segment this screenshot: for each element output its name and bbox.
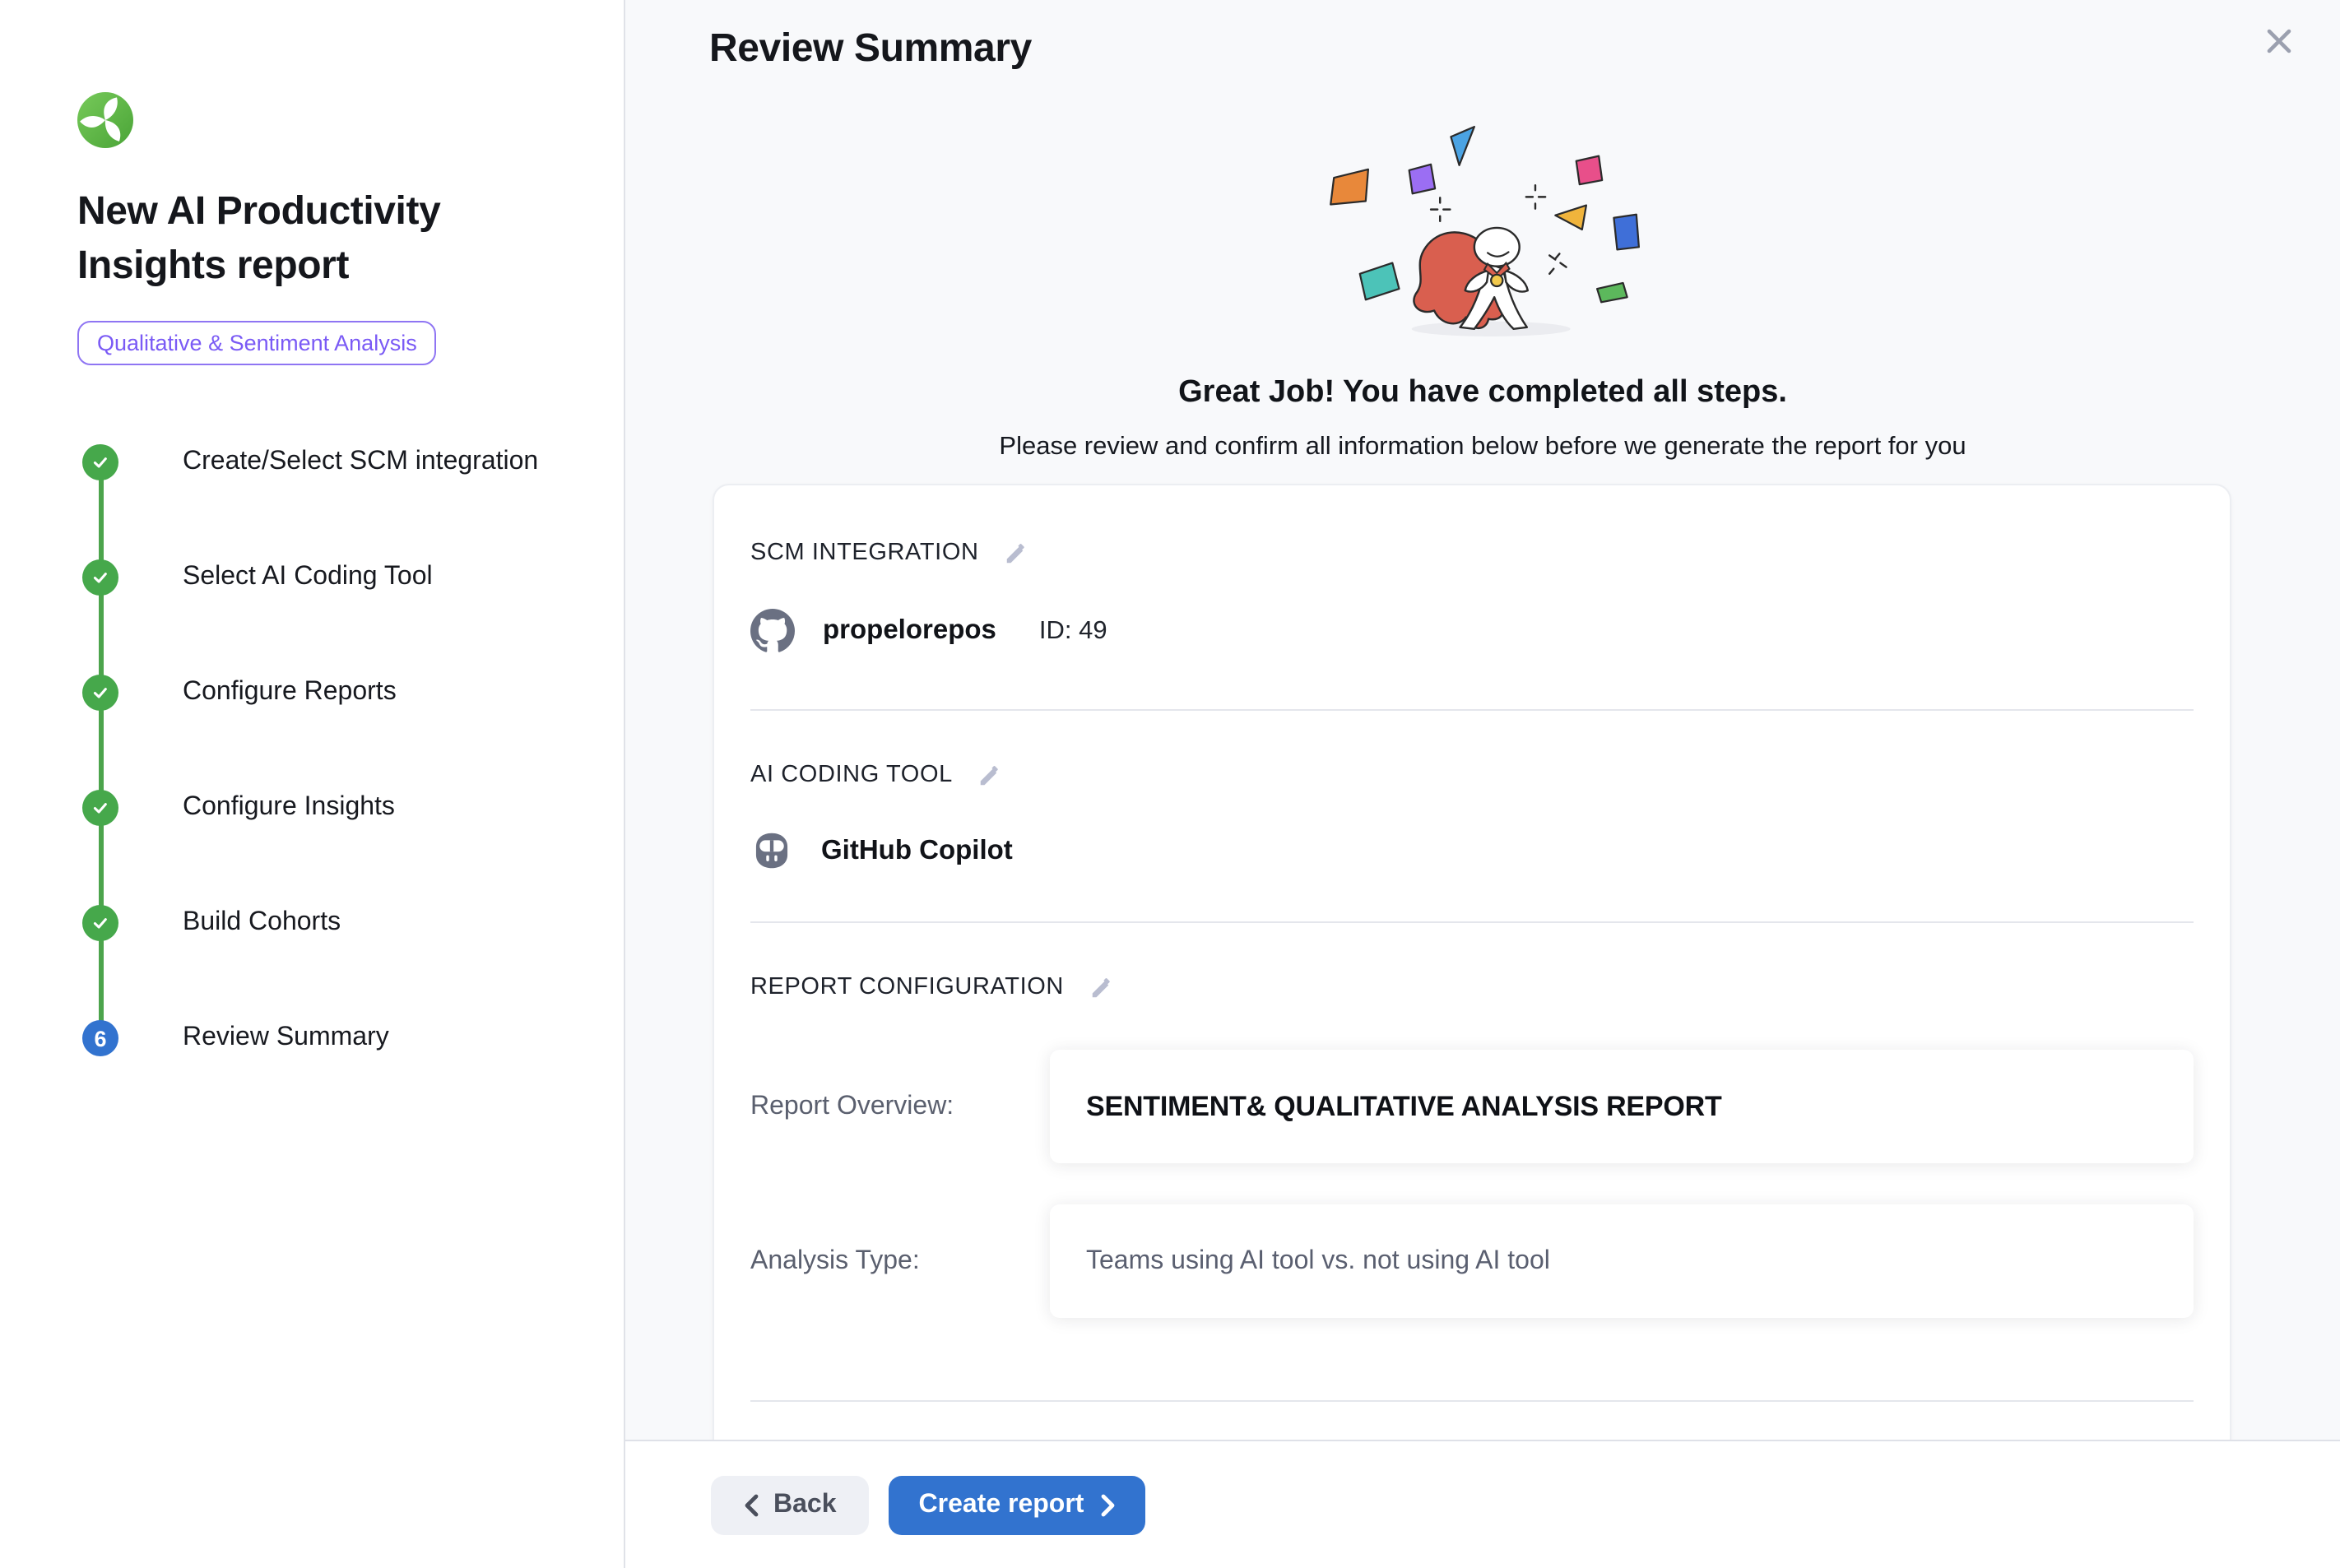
scm-integration-id: ID: 49 [1039,616,1107,646]
section-divider [750,921,2194,923]
chevron-right-icon [1100,1493,1115,1516]
report-overview-value: SENTIMENT& QUALITATIVE ANALYSIS REPORT [1086,1090,1722,1123]
step-number-badge: 6 [82,1020,118,1056]
scm-section-label: SCM INTEGRATION [750,485,2194,566]
edit-report-config-pencil-icon[interactable] [1089,975,1113,1000]
create-report-button-label: Create report [919,1490,1084,1519]
step-label: Configure Reports [183,675,397,711]
step-done-check-icon [82,444,118,480]
analysis-type-label: Analysis Type: [750,1204,1050,1318]
create-report-button[interactable]: Create report [889,1475,1145,1534]
wizard-footer: Back Create report [625,1440,2340,1568]
step-configure-reports[interactable]: Configure Reports [0,675,625,790]
scm-integration-name: propelorepos [823,615,996,647]
page-title: Review Summary [709,26,2340,72]
step-build-cohorts[interactable]: Build Cohorts [0,905,625,1020]
app-window: New AI Productivity Insights report Qual… [0,0,2340,1568]
section-title: SCM INTEGRATION [750,540,979,566]
step-done-check-icon [82,675,118,711]
step-create-select-scm[interactable]: Create/Select SCM integration [0,444,625,559]
analysis-type-badge: Qualitative & Sentiment Analysis [77,321,437,365]
ai-tool-name: GitHub Copilot [821,835,1013,866]
report-config-section-label: REPORT CONFIGURATION [750,974,2194,1000]
step-done-check-icon [82,790,118,826]
report-overview-value-box: SENTIMENT& QUALITATIVE ANALYSIS REPORT [1050,1050,2194,1163]
celebration-illustration [1318,122,1647,339]
step-label: Create/Select SCM integration [183,444,538,480]
copilot-icon [750,829,793,872]
section-divider [750,1400,2194,1402]
step-configure-insights[interactable]: Configure Insights [0,790,625,905]
section-divider [750,709,2194,711]
step-select-ai-tool[interactable]: Select AI Coding Tool [0,559,625,675]
chevron-left-icon [744,1493,759,1516]
propeller-logo-icon [77,92,133,148]
review-summary-panel: Review Summary [625,0,2340,1568]
back-button-label: Back [773,1490,837,1519]
congrats-subtitle: Please review and confirm all informatio… [625,433,2340,462]
analysis-type-row: Analysis Type: Teams using AI tool vs. n… [750,1204,2194,1318]
report-overview-label: Report Overview: [750,1050,1050,1163]
step-label: Configure Insights [183,790,395,826]
step-review-summary-current[interactable]: 6 Review Summary [0,1020,625,1135]
step-done-check-icon [82,905,118,941]
back-button[interactable]: Back [711,1475,870,1534]
edit-ai-tool-pencil-icon[interactable] [977,763,1002,787]
edit-scm-pencil-icon[interactable] [1004,540,1028,565]
github-icon [750,609,795,653]
step-label: Review Summary [183,1020,389,1056]
report-overview-row: Report Overview: SENTIMENT& QUALITATIVE … [750,1050,2194,1163]
ai-coding-tool-row: GitHub Copilot [750,829,2194,872]
summary-card: SCM INTEGRATION propelorepos ID: 49 AI C… [713,484,2231,1502]
sidebar: New AI Productivity Insights report Qual… [0,0,625,1568]
step-label: Select AI Coding Tool [183,559,433,596]
wizard-title: New AI Productivity Insights report [77,184,546,293]
ai-tool-section-label: AI CODING TOOL [750,762,2194,788]
section-title: REPORT CONFIGURATION [750,974,1064,1000]
congrats-title: Great Job! You have completed all steps. [625,375,2340,411]
wizard-stepper: Create/Select SCM integration Select AI … [0,444,625,1135]
analysis-type-value-box: Teams using AI tool vs. not using AI too… [1050,1204,2194,1318]
step-done-check-icon [82,559,118,596]
scm-integration-row: propelorepos ID: 49 [750,609,2194,653]
step-label: Build Cohorts [183,905,341,941]
section-title: AI CODING TOOL [750,762,953,788]
close-icon[interactable] [2258,20,2301,63]
analysis-type-value: Teams using AI tool vs. not using AI too… [1086,1246,1550,1276]
